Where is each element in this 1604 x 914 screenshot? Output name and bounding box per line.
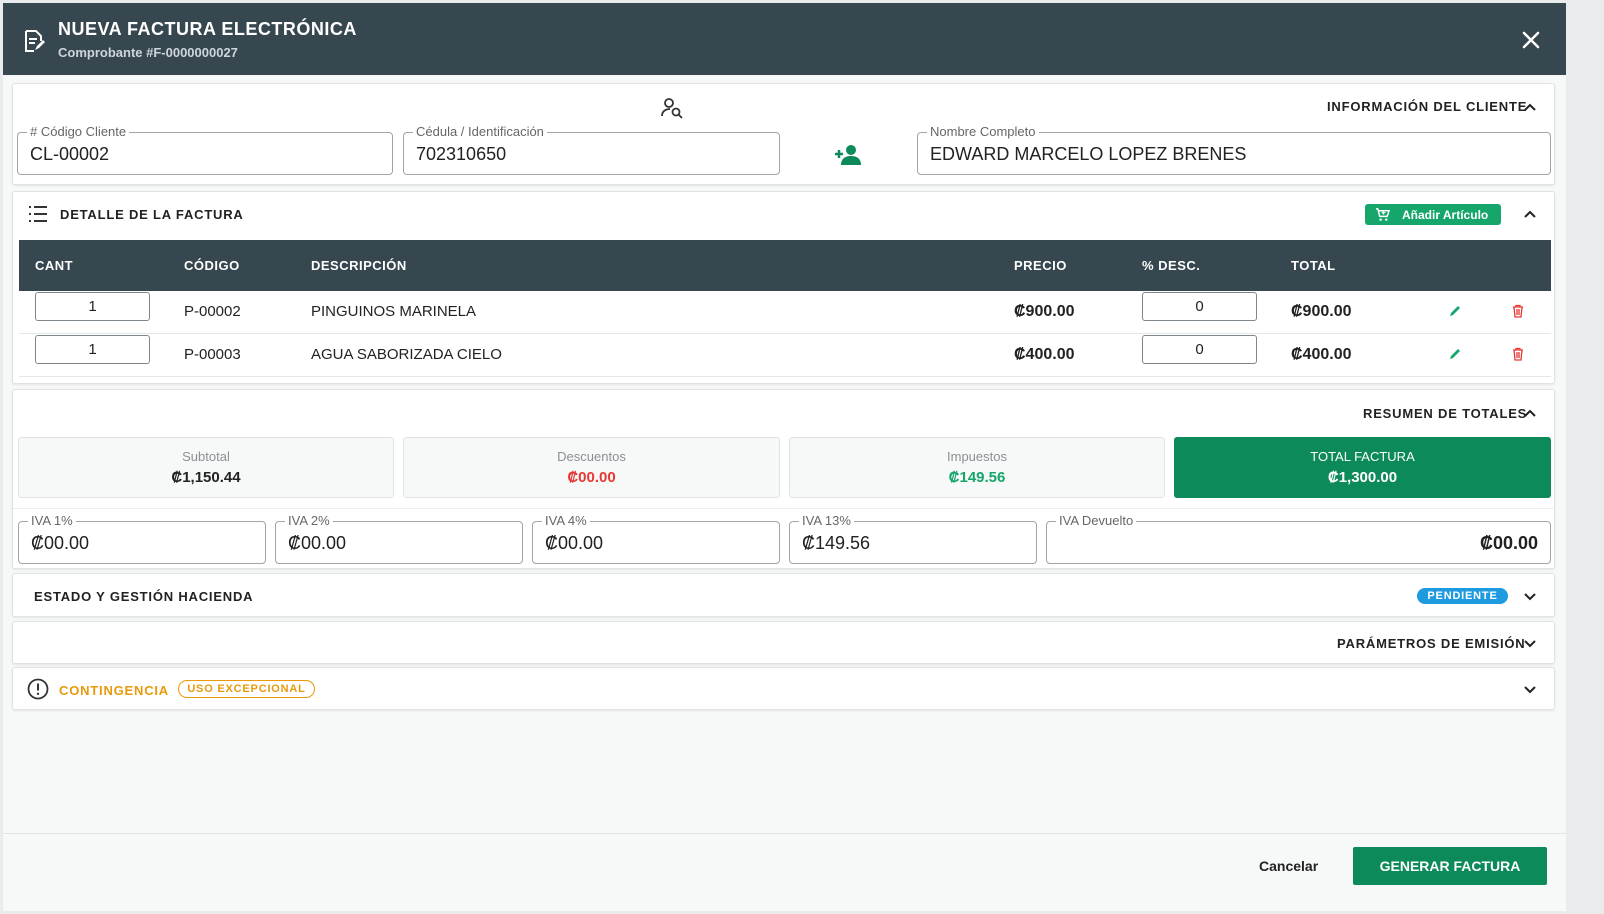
item-total: ₡900.00 [1291,303,1352,320]
chevron-up-icon[interactable] [1522,405,1538,421]
quantity-input[interactable]: 1 [35,292,150,321]
discount-input[interactable]: 0 [1142,292,1257,321]
iva-2-value: ₡00.00 [288,533,347,553]
table-row: 1 P-00003 AGUA SABORIZADA CIELO ₡400.00 … [19,334,1551,377]
iva-4-value: ₡00.00 [545,533,604,553]
search-user-icon[interactable] [660,96,684,120]
edit-icon[interactable] [1448,304,1462,318]
discounts-card: Descuentos ₡00.00 [403,437,780,498]
chevron-up-icon[interactable] [1522,206,1538,222]
column-header-price: PRECIO [1014,258,1067,273]
client-id-field[interactable]: Cédula / Identificación 702310650 [403,124,780,175]
client-code-field[interactable]: # Código Cliente CL-00002 [17,124,393,175]
detail-section-title: DETALLE DE LA FACTURA [60,207,244,222]
hacienda-section-title: ESTADO Y GESTIÓN HACIENDA [34,589,254,604]
subtotal-value: ₡1,150.44 [171,469,241,486]
cart-add-icon [1375,208,1390,221]
iva-13-field[interactable]: IVA 13% ₡149.56 [789,513,1037,564]
invoice-dialog: NUEVA FACTURA ELECTRÓNICA Comprobante #F… [3,3,1566,911]
item-description: AGUA SABORIZADA CIELO [311,346,502,363]
dialog-title: NUEVA FACTURA ELECTRÓNICA [58,19,357,39]
chevron-down-icon[interactable] [1522,681,1538,697]
client-code-value: CL-00002 [30,144,110,164]
alert-circle-icon [27,678,49,700]
iva-4-label: IVA 4% [542,513,590,528]
contingency-section[interactable]: CONTINGENCIA USO EXCEPCIONAL [12,667,1555,710]
delete-icon[interactable] [1511,347,1525,361]
iva-4-field[interactable]: IVA 4% ₡00.00 [532,513,780,564]
divider [13,508,1554,509]
item-code: P-00002 [184,303,241,320]
iva-1-label: IVA 1% [28,513,76,528]
total-invoice-value: ₡1,300.00 [1327,469,1398,486]
client-id-label: Cédula / Identificación [413,124,547,139]
quantity-input[interactable]: 1 [35,335,150,364]
item-description: PINGUINOS MARINELA [311,303,477,320]
client-section-title: INFORMACIÓN DEL CLIENTE [1327,99,1528,114]
add-item-label: Añadir Artículo [1402,208,1489,222]
total-invoice-label: TOTAL FACTURA [1310,449,1415,464]
total-invoice-card: TOTAL FACTURA ₡1,300.00 [1174,437,1551,498]
chevron-down-icon[interactable] [1522,635,1538,651]
contingency-section-title: CONTINGENCIA [59,683,169,698]
column-header-total: TOTAL [1291,258,1336,273]
status-badge: PENDIENTE [1417,588,1508,604]
column-header-code: CÓDIGO [184,258,240,273]
totals-summary-section: RESUMEN DE TOTALES Subtotal ₡1,150.44 De… [12,389,1555,569]
subtotal-card: Subtotal ₡1,150.44 [18,437,394,498]
column-header-discount: % DESC. [1142,258,1201,273]
dialog-footer: Cancelar GENERAR FACTURA [3,833,1566,911]
dialog-header: NUEVA FACTURA ELECTRÓNICA Comprobante #F… [3,3,1566,75]
discount-input[interactable]: 0 [1142,335,1257,364]
iva-returned-label: IVA Devuelto [1056,513,1137,528]
iva-2-field[interactable]: IVA 2% ₡00.00 [275,513,523,564]
client-name-value: EDWARD MARCELO LOPEZ BRENES [930,144,1247,164]
taxes-value: ₡149.56 [948,469,1006,486]
client-id-value: 702310650 [416,144,507,164]
discounts-value: ₡00.00 [567,469,616,486]
document-edit-icon [25,30,45,52]
client-info-section: INFORMACIÓN DEL CLIENTE # Código Cliente… [12,83,1555,185]
iva-returned-value: ₡00.00 [1479,533,1538,553]
item-price: ₡400.00 [1014,346,1075,363]
emission-params-section[interactable]: PARÁMETROS DE EMISIÓN [12,621,1555,664]
edit-icon[interactable] [1448,347,1462,361]
client-name-label: Nombre Completo [927,124,1039,139]
iva-1-field[interactable]: IVA 1% ₡00.00 [18,513,266,564]
table-header: CANT CÓDIGO DESCRIPCIÓN PRECIO % DESC. T… [19,240,1551,291]
emission-section-title: PARÁMETROS DE EMISIÓN [1337,636,1526,651]
iva-returned-field[interactable]: IVA Devuelto ₡00.00 [1046,513,1551,564]
subtotal-label: Subtotal [182,449,230,464]
iva-2-label: IVA 2% [285,513,333,528]
chevron-up-icon[interactable] [1522,99,1538,115]
iva-13-value: ₡149.56 [802,533,871,553]
iva-1-value: ₡00.00 [31,533,90,553]
hacienda-status-section[interactable]: ESTADO Y GESTIÓN HACIENDA PENDIENTE [12,573,1555,617]
column-header-qty: CANT [35,258,74,273]
client-code-label: # Código Cliente [27,124,130,139]
table-row: 1 P-00002 PINGUINOS MARINELA ₡900.00 0 ₡… [19,291,1551,334]
taxes-card: Impuestos ₡149.56 [789,437,1165,498]
exceptional-use-badge: USO EXCEPCIONAL [178,680,315,698]
item-price: ₡900.00 [1014,303,1075,320]
scrollbar[interactable] [1596,0,1604,914]
discounts-label: Descuentos [557,449,626,464]
delete-icon[interactable] [1511,304,1525,318]
taxes-label: Impuestos [947,449,1007,464]
invoice-detail-section: DETALLE DE LA FACTURA Añadir Artículo CA… [12,191,1555,384]
column-header-description: DESCRIPCIÓN [311,258,407,273]
summary-section-title: RESUMEN DE TOTALES [1363,406,1528,421]
list-icon [29,206,47,222]
chevron-down-icon[interactable] [1522,588,1538,604]
close-icon[interactable] [1520,29,1542,51]
cancel-button[interactable]: Cancelar [1259,858,1318,874]
add-user-icon[interactable] [834,144,862,166]
generate-invoice-button[interactable]: GENERAR FACTURA [1353,847,1547,885]
iva-13-label: IVA 13% [799,513,854,528]
dialog-subtitle: Comprobante #F-0000000027 [58,45,238,60]
add-item-button[interactable]: Añadir Artículo [1365,204,1501,225]
item-code: P-00003 [184,346,241,363]
item-total: ₡400.00 [1291,346,1352,363]
client-name-field[interactable]: Nombre Completo EDWARD MARCELO LOPEZ BRE… [917,124,1551,175]
